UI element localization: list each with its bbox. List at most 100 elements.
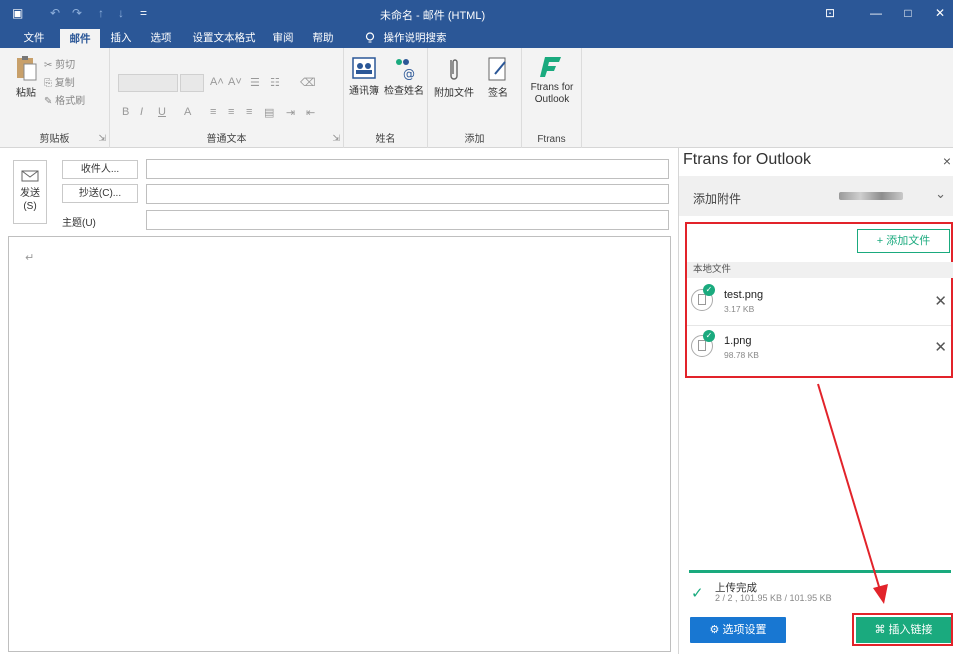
clipboard-icon [17,56,37,81]
paste-label: 粘贴 [16,88,36,99]
basic-text-group-label: 普通文本 [206,134,247,145]
ribbon: 粘贴 ✂ 剪切 ⎘ 复制 ✎ 格式刷 剪贴板 ⇲ A˄ A˅ ☰ ☷ ⌫ B I… [0,48,953,148]
bullets-icon[interactable]: ☰ [250,76,260,89]
to-button[interactable]: 收件人... [62,160,138,179]
underline-icon[interactable]: U [158,106,166,118]
address-book-icon [352,57,376,79]
add-attachment-label: 添加附件 [693,192,742,206]
italic-icon[interactable]: I [140,106,143,118]
signature-icon [488,57,506,81]
paste-button[interactable]: 粘贴 [10,54,42,99]
tab-help[interactable]: 帮助 [306,28,340,48]
close-window-button[interactable]: ✕ [930,4,950,22]
tab-file[interactable]: 文件 [16,28,52,48]
upload-complete-check-icon: ✓ [691,585,704,602]
signature-button[interactable]: 签名 [478,56,518,99]
align-center-icon[interactable]: ≡ [228,106,234,118]
upload-progress-bar [689,570,951,573]
options-settings-button[interactable]: ⚙ 选项设置 [690,617,786,643]
title-bar: ▣ ↶ ↷ ↑ ↓ = 未命名 - 邮件 (HTML) ⊡ — □ ✕ [0,0,953,28]
cc-field[interactable] [146,184,669,204]
justify-icon[interactable]: ▤ [264,106,274,119]
align-left-icon[interactable]: ≡ [210,106,216,118]
cc-button[interactable]: 抄送(C)... [62,184,138,203]
tab-message[interactable]: 邮件 [60,29,100,48]
file-item: ✓ test.png 3.17 KB ✕ [687,280,951,326]
file-size: 3.17 KB [724,304,755,314]
names-group-label: 姓名 [375,134,396,145]
ftrans-group: Ftrans for Outlook Ftrans [522,48,582,148]
subject-label: 主题(U) [62,218,96,229]
upload-status-detail: 2 / 2 , 101.95 KB / 101.95 KB [715,593,832,603]
outdent-icon[interactable]: ⇤ [306,106,315,119]
maximize-button[interactable]: □ [898,4,918,22]
pane-close-icon[interactable]: × [943,153,951,169]
remove-file-icon[interactable]: ✕ [934,292,947,310]
tab-options[interactable]: 选项 [144,28,178,48]
send-button[interactable]: 发送 (S) [13,160,47,224]
tab-review[interactable]: 审阅 [266,28,300,48]
redo-icon[interactable]: ↷ [72,6,82,20]
lightbulb-icon [360,28,380,48]
account-selector[interactable] [839,192,903,200]
format-painter-button[interactable]: ✎ 格式刷 [44,92,85,107]
shrink-font-icon[interactable]: A˅ [228,76,242,88]
file-name: test.png [724,289,764,301]
paragraph-mark: ↵ [25,252,35,264]
bold-icon[interactable]: B [122,106,129,118]
message-body[interactable]: ↵ [8,236,671,652]
cut-button[interactable]: ✂ 剪切 [44,56,75,71]
align-right-icon[interactable]: ≡ [246,106,252,118]
copy-button[interactable]: ⎘ 复制 [44,74,75,89]
clipboard-group-label: 剪贴板 [39,134,70,145]
numbering-icon[interactable]: ☷ [270,76,280,89]
pane-title: Ftrans for Outlook [683,151,812,168]
basic-text-group: A˄ A˅ ☰ ☷ ⌫ B I U A ≡ ≡ ≡ ▤ ⇥ ⇤ 普通文本 ⇲ [110,48,344,148]
up-icon[interactable]: ↑ [98,6,104,20]
check-names-button[interactable]: @ 检查姓名 [382,56,426,97]
subject-field[interactable] [146,210,669,230]
add-file-button[interactable]: + 添加文件 [857,229,950,253]
paperclip-icon [450,59,458,80]
tab-insert[interactable]: 插入 [104,28,138,48]
upload-progress-fill [689,570,951,573]
address-book-label: 通讯簿 [349,86,379,97]
customize-qat-icon[interactable]: = [140,6,147,20]
send-envelope-icon [21,170,39,182]
send-label: 发送 (S) [20,188,40,212]
insert-link-button[interactable]: ⌘ 插入链接 [856,617,951,643]
attach-file-button[interactable]: 附加文件 [432,56,476,99]
down-icon[interactable]: ↓ [118,6,124,20]
attach-file-label: 附加文件 [434,88,474,99]
remove-file-icon[interactable]: ✕ [934,338,947,356]
ftrans-button[interactable]: Ftrans for Outlook [528,54,576,106]
undo-icon[interactable]: ↶ [50,6,60,20]
chevron-down-icon[interactable]: ⌄ [935,186,946,202]
ribbon-display-icon[interactable]: ⊡ [820,4,840,22]
clear-format-icon[interactable]: ⌫ [300,76,316,89]
indent-icon[interactable]: ⇥ [286,106,295,119]
minimize-button[interactable]: — [866,4,886,22]
signature-label: 签名 [488,88,508,99]
font-color-icon[interactable]: A [184,106,191,118]
check-names-label: 检查姓名 [384,86,424,97]
to-field[interactable] [146,159,669,179]
include-group: 附加文件 签名 添加 [428,48,522,148]
file-item: ✓ 1.png 98.78 KB ✕ [687,326,951,372]
tab-format-text[interactable]: 设置文本格式 [188,28,260,48]
save-icon[interactable]: ▣ [12,6,23,20]
check-icon: ✓ [703,330,715,342]
ftrans-group-label: Ftrans [537,134,566,145]
ribbon-tabs: 文件 邮件 插入 选项 设置文本格式 审阅 帮助 操作说明搜索 [0,28,953,48]
font-size-box[interactable] [180,74,204,92]
font-name-box[interactable] [118,74,178,92]
dialog-launcher-icon[interactable]: ⇲ [332,133,340,144]
file-name: 1.png [724,335,752,347]
ftrans-button-label: Ftrans for Outlook [530,82,574,105]
local-files-header: 本地文件 [687,262,953,278]
address-book-button[interactable]: 通讯簿 [346,56,382,97]
names-group: 通讯簿 @ 检查姓名 姓名 [344,48,428,148]
tell-me-search[interactable]: 操作说明搜索 [378,28,452,48]
dialog-launcher-icon[interactable]: ⇲ [98,133,106,144]
grow-font-icon[interactable]: A˄ [210,76,224,88]
